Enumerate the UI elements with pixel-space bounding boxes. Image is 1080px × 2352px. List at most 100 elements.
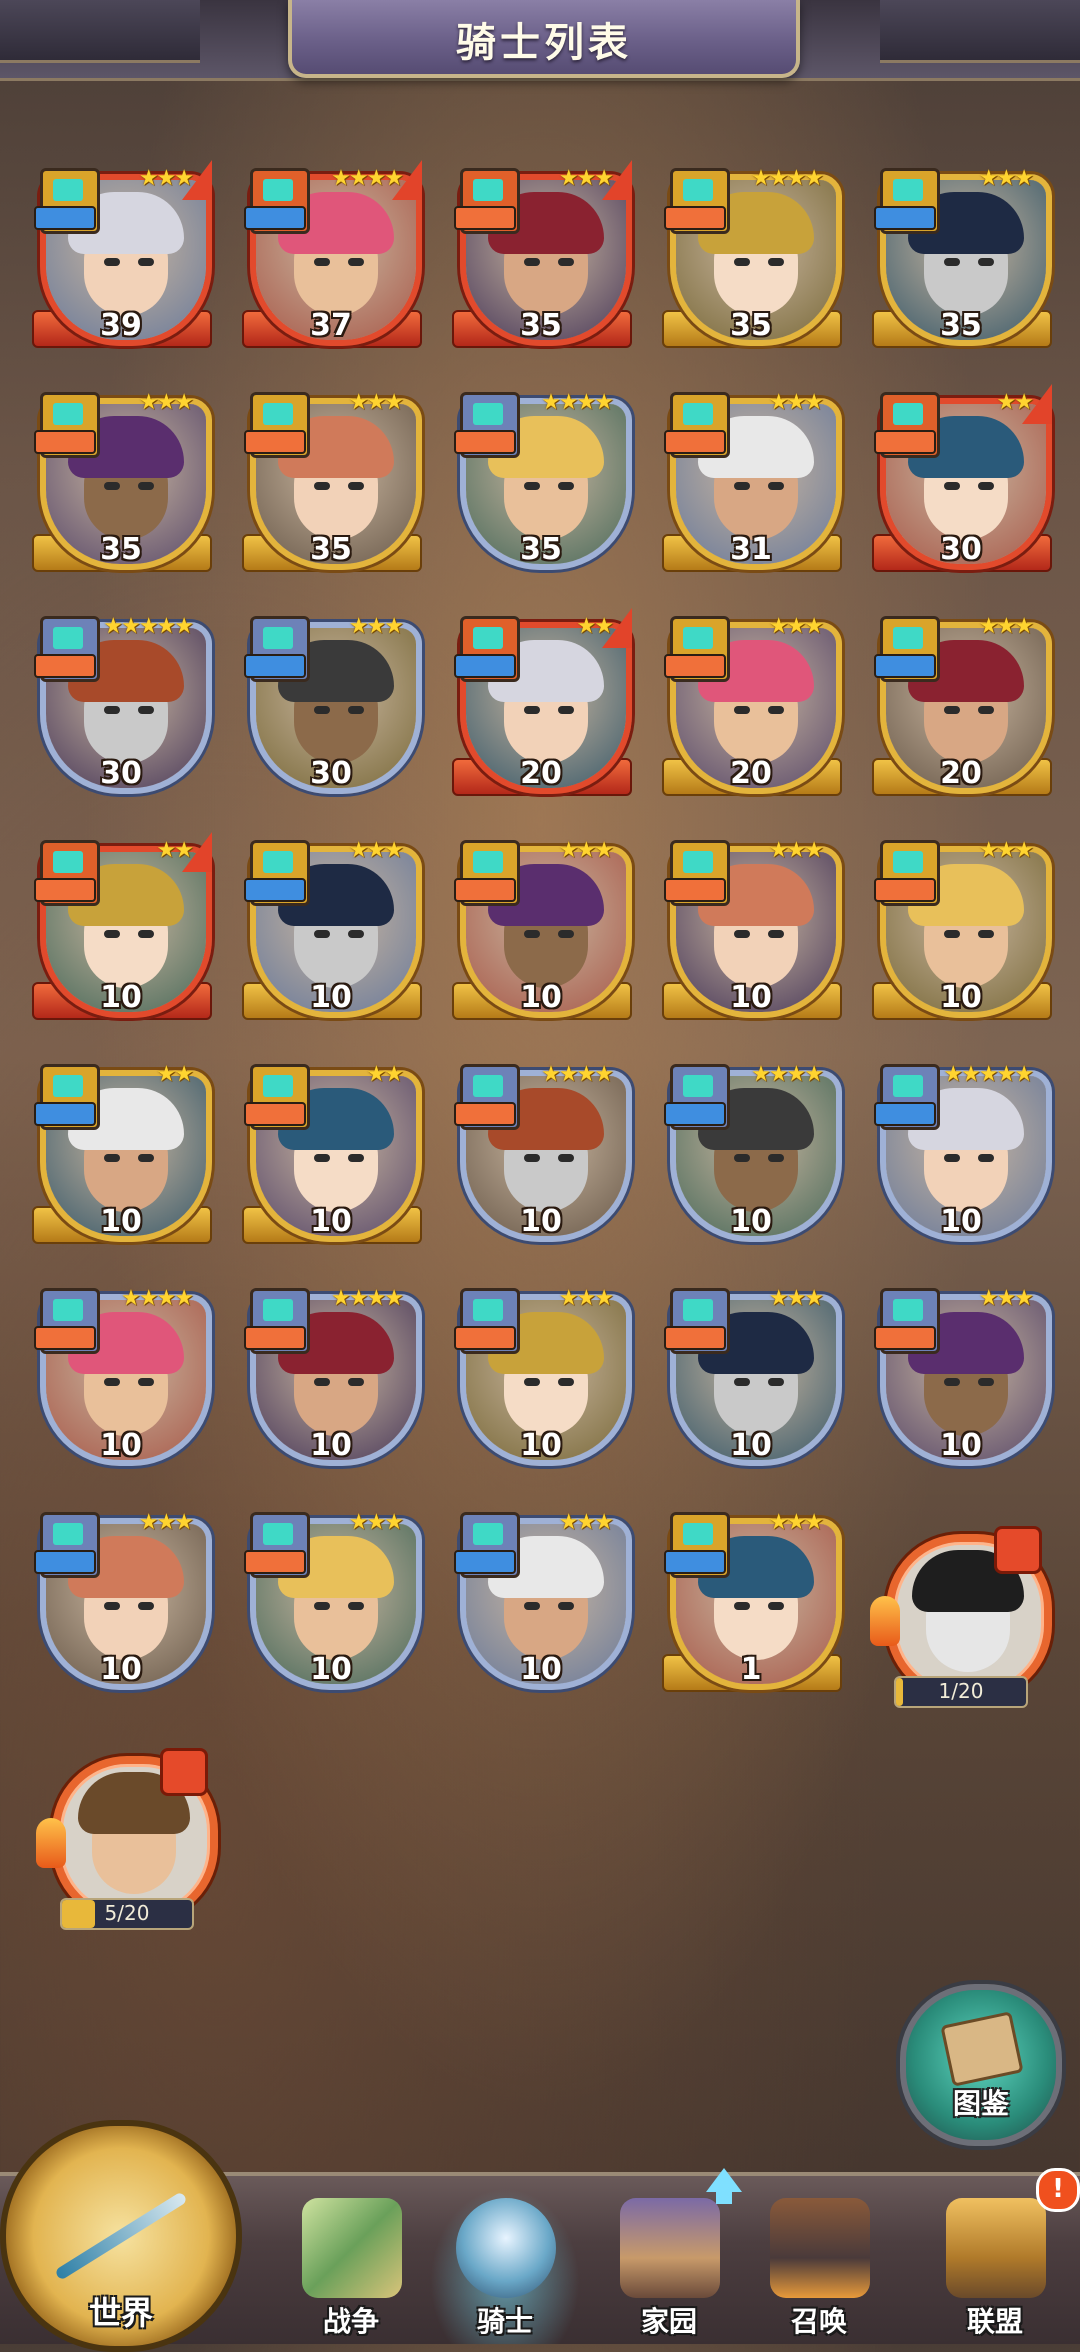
role-tag	[874, 1102, 936, 1126]
hero-eye	[348, 706, 364, 714]
hero-card[interactable]: ★★ 10	[26, 832, 216, 1022]
class-glyph	[473, 1523, 503, 1545]
hero-level: 37	[310, 308, 352, 343]
hero-card[interactable]: ★★★ 10	[656, 832, 846, 1022]
hero-card[interactable]: ★★★ 10	[866, 1280, 1056, 1470]
hero-level: 10	[940, 980, 982, 1015]
hero-eye	[138, 1602, 154, 1610]
class-glyph	[893, 851, 923, 873]
class-glyph	[473, 179, 503, 201]
star-rating: ★★	[366, 1062, 404, 1087]
nav-alliance[interactable]: 联盟	[920, 2188, 1070, 2344]
hero-card[interactable]: ★★★ 31	[656, 384, 846, 574]
hero-eye	[314, 258, 330, 266]
class-glyph	[263, 627, 293, 649]
hero-eye	[978, 1378, 994, 1386]
hero-card[interactable]: ★★★ 35	[866, 160, 1056, 350]
hero-card[interactable]: ★★★ 10	[236, 1504, 426, 1694]
hero-grid: ★★★ 39 ★★★★ 37 ★★★ 35 ★★★★ 35 ★★★ 35 ★★★ 35 ★★★ 35 ★★★…	[0, 0, 1080, 2000]
hero-level: 35	[520, 308, 562, 343]
hero-card[interactable]: ★★★ 20	[866, 608, 1056, 798]
nav-world[interactable]: 世界	[0, 2120, 242, 2352]
hero-card[interactable]: ★★ 30	[866, 384, 1056, 574]
hero-card[interactable]: ★★★ 10	[656, 1280, 846, 1470]
hero-card[interactable]: ★★★ 39	[26, 160, 216, 350]
hero-eye	[734, 1378, 750, 1386]
star-rating: ★★★	[558, 1510, 614, 1535]
hero-level: 10	[940, 1204, 982, 1239]
star-rating: ★★★	[138, 390, 194, 415]
hero-eye	[314, 706, 330, 714]
hero-shard-card[interactable]: 1/20	[868, 1516, 1058, 1716]
hero-card[interactable]: ★★★ 10	[446, 1504, 636, 1694]
hero-card[interactable]: ★★★ 35	[446, 160, 636, 350]
role-tag	[454, 1102, 516, 1126]
hero-shard-card[interactable]: 5/20	[34, 1738, 224, 1938]
nav-summon[interactable]: 召唤	[744, 2188, 894, 2344]
hero-eye	[104, 930, 120, 938]
hero-eye	[734, 482, 750, 490]
class-glyph	[53, 179, 83, 201]
hero-eye	[768, 258, 784, 266]
hero-card[interactable]: ★★★★ 10	[656, 1056, 846, 1246]
hero-card[interactable]: ★★★★ 10	[446, 1056, 636, 1246]
hero-card[interactable]: ★★★ 1	[656, 1504, 846, 1694]
hero-card[interactable]: ★★★★ 37	[236, 160, 426, 350]
class-glyph	[473, 627, 503, 649]
hero-eye	[558, 1602, 574, 1610]
hero-eye	[944, 930, 960, 938]
nav-knight[interactable]: 骑士	[430, 2188, 580, 2344]
hero-eye	[524, 930, 540, 938]
hero-level: 20	[940, 756, 982, 791]
hero-level: 35	[520, 532, 562, 567]
hero-card[interactable]: ★★★ 10	[26, 1504, 216, 1694]
hero-level: 10	[520, 1652, 562, 1687]
hero-card[interactable]: ★★★★ 35	[656, 160, 846, 350]
hero-card[interactable]: ★★★★ 10	[26, 1280, 216, 1470]
class-glyph	[263, 179, 293, 201]
role-tag	[454, 878, 516, 902]
hero-card[interactable]: ★★★ 35	[236, 384, 426, 574]
role-tag	[664, 654, 726, 678]
hero-card[interactable]: ★★★ 35	[26, 384, 216, 574]
hero-eye	[558, 258, 574, 266]
hero-eye	[768, 1602, 784, 1610]
hero-card[interactable]: ★★ 10	[236, 1056, 426, 1246]
hero-level: 10	[100, 1428, 142, 1463]
role-tag	[34, 430, 96, 454]
role-tag	[874, 1326, 936, 1350]
star-rating: ★★★★	[751, 166, 824, 191]
hero-eye	[138, 482, 154, 490]
hero-eye	[978, 258, 994, 266]
hero-card[interactable]: ★★★ 10	[446, 1280, 636, 1470]
hero-card[interactable]: ★★★ 10	[236, 832, 426, 1022]
hero-eye	[314, 1154, 330, 1162]
hero-card[interactable]: ★★★ 10	[866, 832, 1056, 1022]
hero-eye	[978, 482, 994, 490]
hero-card[interactable]: ★★★★★ 10	[866, 1056, 1056, 1246]
class-glyph	[683, 1299, 713, 1321]
hero-card[interactable]: ★★★ 10	[446, 832, 636, 1022]
codex-button[interactable]: 图鉴	[900, 1984, 1062, 2146]
class-glyph	[893, 179, 923, 201]
hero-eye	[138, 930, 154, 938]
class-glyph	[53, 851, 83, 873]
class-glyph	[53, 1523, 83, 1545]
hero-card[interactable]: ★★ 10	[26, 1056, 216, 1246]
star-rating: ★★★★	[541, 390, 614, 415]
hero-card[interactable]: ★★★★ 10	[236, 1280, 426, 1470]
hero-card[interactable]: ★★★★ 35	[446, 384, 636, 574]
hero-card[interactable]: ★★★ 30	[236, 608, 426, 798]
role-tag	[244, 430, 306, 454]
hero-eye	[104, 706, 120, 714]
class-glyph	[683, 1075, 713, 1097]
hero-eye	[944, 706, 960, 714]
hero-card[interactable]: ★★★ 20	[656, 608, 846, 798]
class-glyph	[473, 851, 503, 873]
hero-card[interactable]: ★★ 20	[446, 608, 636, 798]
nav-home[interactable]: 家园	[594, 2188, 744, 2344]
class-glyph	[893, 1299, 923, 1321]
nav-battle[interactable]: 战争	[276, 2188, 426, 2344]
hero-card[interactable]: ★★★★★ 30	[26, 608, 216, 798]
hero-level: 20	[520, 756, 562, 791]
